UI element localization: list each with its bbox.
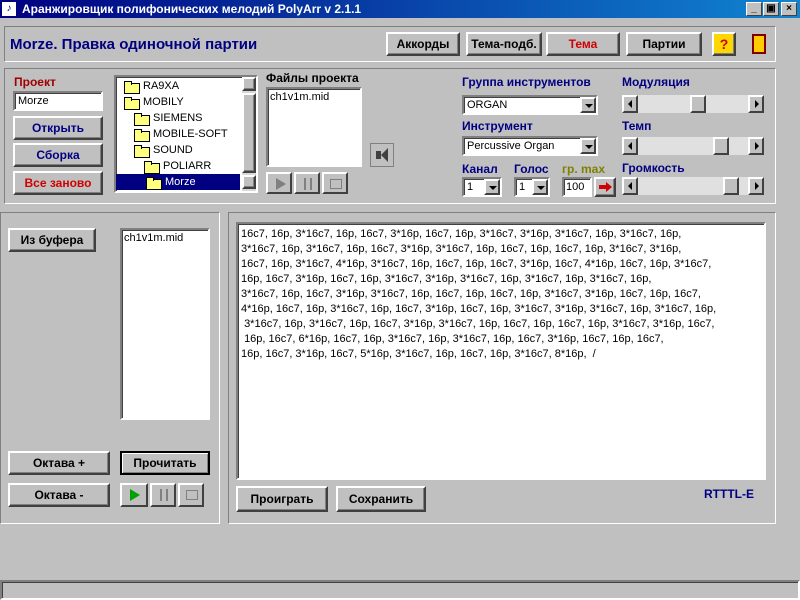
window-title: Аранжировщик полифонических мелодий Poly…	[22, 2, 362, 16]
chevron-down-icon[interactable]	[484, 179, 500, 195]
slider-left-arrow[interactable]	[622, 137, 638, 155]
tree-item-selected[interactable]: Morze	[116, 174, 240, 190]
folder-icon	[124, 96, 140, 110]
tree-item[interactable]: MOBILE-SOFT	[134, 126, 228, 142]
folder-icon	[134, 144, 150, 158]
slider-thumb[interactable]	[689, 95, 706, 113]
speaker-icon[interactable]	[370, 143, 394, 167]
folder-tree[interactable]: RA9XA MOBILY SIEMENS MOBILE-SOFT SOUND P…	[114, 75, 258, 193]
chords-button[interactable]: Аккорды	[386, 32, 460, 56]
project-name-input[interactable]: Morze	[13, 91, 103, 111]
instrument-select[interactable]: Percussive Organ	[462, 136, 598, 156]
slider-left-arrow[interactable]	[622, 95, 638, 113]
title-bar: ♪ Аранжировщик полифонических мелодий Po…	[0, 0, 800, 18]
project-label: Проект	[14, 75, 56, 89]
buffer-stop-button[interactable]	[178, 483, 204, 507]
project-files-list[interactable]: ch1v1m.mid	[266, 87, 362, 167]
slider-right-arrow[interactable]	[748, 137, 764, 155]
slider-right-arrow[interactable]	[748, 177, 764, 195]
status-bar	[0, 580, 800, 600]
tempo-label: Темп	[622, 119, 652, 133]
buffer-play-button[interactable]	[120, 483, 148, 507]
voice-select[interactable]: 1	[514, 177, 550, 197]
pause-icon	[304, 178, 312, 190]
stop-icon	[330, 179, 342, 189]
app-icon: ♪	[2, 2, 16, 16]
stop-icon	[186, 490, 198, 500]
theme-button[interactable]: Тема	[546, 32, 620, 56]
modulation-slider[interactable]	[622, 95, 764, 113]
chevron-down-icon[interactable]	[580, 138, 596, 154]
channel-label: Канал	[462, 162, 498, 176]
tree-item[interactable]: SOUND	[134, 142, 193, 158]
open-folder-icon	[146, 176, 162, 190]
page-title: Morze. Правка одиночной партии	[10, 36, 258, 53]
read-button[interactable]: Прочитать	[120, 451, 210, 475]
tree-item[interactable]: SIEMENS	[134, 110, 203, 126]
restore-button[interactable]: ▣	[763, 2, 779, 16]
chevron-down-icon[interactable]	[580, 97, 596, 113]
octave-down-button[interactable]: Октава -	[8, 483, 110, 507]
buffer-files-list[interactable]: ch1v1m.mid	[120, 228, 210, 420]
modulation-label: Модуляция	[622, 75, 690, 89]
project-stop-button[interactable]	[322, 172, 348, 194]
octave-up-button[interactable]: Октава +	[8, 451, 110, 475]
instrument-group-label: Группа инструментов	[462, 75, 591, 89]
red-arrow-icon[interactable]	[594, 177, 616, 197]
instrument-group-select[interactable]: ORGAN	[462, 95, 598, 115]
project-files-label: Файлы проекта	[266, 71, 359, 85]
close-button[interactable]: ×	[781, 2, 797, 16]
list-item[interactable]: ch1v1m.mid	[124, 232, 206, 244]
scroll-thumb[interactable]	[242, 93, 256, 173]
max-label: гр. max	[562, 162, 606, 176]
play-button[interactable]: Проиграть	[236, 486, 328, 512]
minimize-button[interactable]: _	[746, 2, 762, 16]
theme-match-button[interactable]: Тема-подб.	[466, 32, 542, 56]
slider-right-arrow[interactable]	[748, 95, 764, 113]
pause-icon	[160, 489, 168, 501]
volume-slider[interactable]	[622, 177, 764, 195]
list-item[interactable]: ch1v1m.mid	[270, 91, 358, 103]
volume-label: Громкость	[622, 161, 685, 175]
tempo-slider[interactable]	[622, 137, 764, 155]
melody-editor[interactable]: 16c7, 16p, 3*16c7, 16p, 16c7, 3*16p, 16c…	[236, 222, 766, 480]
play-icon	[130, 489, 140, 501]
scroll-up-button[interactable]	[242, 77, 256, 91]
tree-scrollbar[interactable]	[242, 77, 256, 191]
buffer-pause-button[interactable]	[150, 483, 176, 507]
door-icon[interactable]	[752, 34, 766, 54]
parts-button[interactable]: Партии	[626, 32, 702, 56]
folder-icon	[124, 80, 140, 94]
slider-thumb[interactable]	[713, 137, 730, 155]
channel-select[interactable]: 1	[462, 177, 502, 197]
tree-item[interactable]: MOBILY	[124, 94, 184, 110]
play-icon	[276, 178, 286, 190]
slider-thumb[interactable]	[722, 177, 739, 195]
instrument-label: Инструмент	[462, 119, 533, 133]
chevron-down-icon[interactable]	[532, 179, 548, 195]
project-play-button[interactable]	[266, 172, 292, 194]
open-button[interactable]: Открыть	[13, 116, 103, 140]
tree-item[interactable]: RA9XA	[124, 78, 179, 94]
max-input[interactable]: 100	[562, 177, 592, 197]
tree-item[interactable]: POLIARR	[144, 158, 211, 174]
folder-icon	[134, 112, 150, 126]
slider-left-arrow[interactable]	[622, 177, 638, 195]
from-buffer-button[interactable]: Из буфера	[8, 228, 96, 252]
format-label: RTTTL-E	[704, 487, 754, 501]
voice-label: Голос	[514, 162, 549, 176]
folder-icon	[134, 128, 150, 142]
help-icon[interactable]: ?	[712, 32, 736, 56]
scroll-down-button[interactable]	[242, 175, 256, 189]
save-button[interactable]: Сохранить	[336, 486, 426, 512]
build-button[interactable]: Сборка	[13, 143, 103, 167]
project-pause-button[interactable]	[294, 172, 320, 194]
restart-button[interactable]: Все заново	[13, 171, 103, 195]
folder-icon	[144, 160, 160, 174]
